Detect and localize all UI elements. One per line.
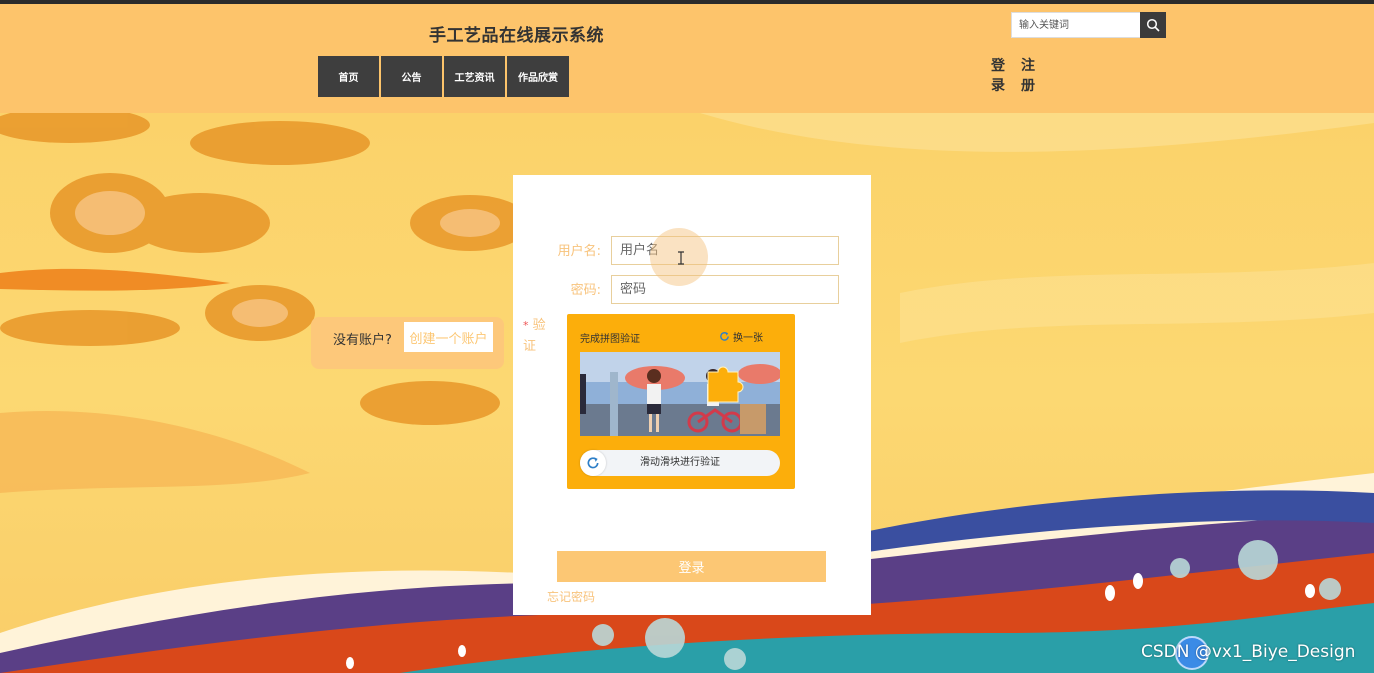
nav-announcements[interactable]: 公告 (381, 56, 442, 97)
login-submit-button[interactable]: 登录 (557, 551, 826, 582)
main-nav: 首页 公告 工艺资讯 作品欣赏 (318, 56, 569, 97)
captcha-puzzle-image (580, 352, 780, 436)
auth-links: 登录 注册 (990, 56, 1036, 96)
search-icon (1146, 18, 1160, 32)
site-title: 手工艺品在线展示系统 (429, 26, 604, 46)
password-input[interactable] (611, 275, 839, 304)
required-mark: * (523, 319, 529, 332)
text-cursor-icon (678, 251, 684, 265)
username-label: 用户名: (557, 244, 601, 259)
nav-home[interactable]: 首页 (318, 56, 379, 97)
forgot-password-link[interactable]: 忘记密码 (547, 588, 595, 605)
refresh-icon (720, 332, 729, 341)
captcha-refresh-label: 换一张 (733, 333, 763, 344)
signup-panel: 没有账户? 创建一个账户 (311, 317, 504, 369)
verify-label: * 验证 (523, 315, 549, 357)
captcha-slider-track[interactable]: 滑动滑块进行验证 (580, 450, 780, 476)
captcha-panel: 完成拼图验证 换一张 滑动滑块进行验证 (567, 314, 795, 489)
nav-works-gallery[interactable]: 作品欣赏 (507, 56, 569, 97)
password-label: 密码: (570, 283, 601, 298)
site-header: 手工艺品在线展示系统 首页 公告 工艺资讯 作品欣赏 登录 注册 (0, 4, 1374, 113)
search-box (1011, 12, 1166, 38)
watermark-text: CSDN @vx1_Biye_Design (1141, 642, 1356, 662)
captcha-title: 完成拼图验证 (580, 334, 640, 345)
nav-craft-news[interactable]: 工艺资讯 (444, 56, 505, 97)
no-account-text: 没有账户? (333, 333, 392, 348)
search-button[interactable] (1140, 12, 1166, 38)
username-input[interactable] (611, 236, 839, 265)
captcha-refresh-button[interactable]: 换一张 (719, 329, 763, 344)
login-link[interactable]: 登录 (990, 56, 1006, 96)
create-account-button[interactable]: 创建一个账户 (404, 322, 493, 352)
register-link[interactable]: 注册 (1020, 56, 1036, 96)
refresh-icon (587, 457, 599, 469)
captcha-slider-hint: 滑动滑块进行验证 (640, 457, 720, 468)
captcha-slider-handle[interactable] (580, 450, 606, 476)
search-input[interactable] (1011, 12, 1140, 38)
